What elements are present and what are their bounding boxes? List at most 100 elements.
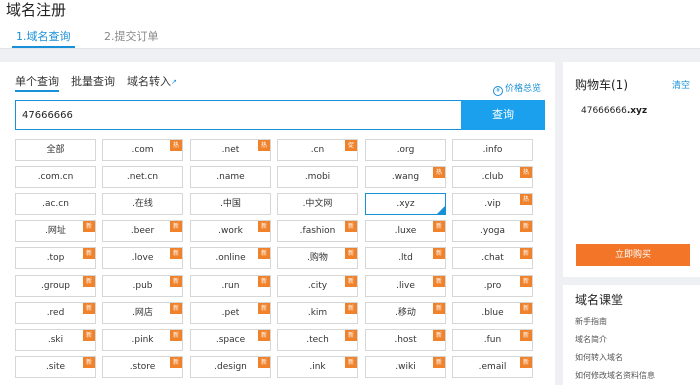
suffix-label: .space [215, 335, 246, 345]
suffix-badge: 新 [170, 303, 182, 314]
suffix-label: .pro [483, 281, 502, 291]
suffix-option[interactable]: .com.cn [15, 166, 96, 188]
suffix-option[interactable]: .cn 促 [277, 139, 358, 161]
suffix-label: .net.cn [126, 172, 159, 182]
suffix-option[interactable]: .yoga 新 [452, 220, 533, 242]
suffix-option[interactable]: .ac.cn [15, 193, 96, 215]
cart-clear-link[interactable]: 清空 [672, 78, 690, 91]
suffix-label: .购物 [307, 253, 328, 263]
suffix-option[interactable]: .red 新 [15, 302, 96, 324]
suffix-badge: 促 [345, 140, 357, 151]
suffix-option[interactable]: .email 新 [452, 356, 533, 378]
suffix-label: .pink [131, 335, 154, 345]
suffix-label: .xyz [396, 199, 415, 209]
suffix-option[interactable]: .chat 新 [452, 247, 533, 269]
suffix-badge: 新 [83, 330, 95, 341]
suffix-option[interactable]: .pink 新 [102, 329, 183, 351]
suffix-option[interactable]: .移动 新 [365, 302, 446, 324]
suffix-option[interactable]: .group 新 [15, 275, 96, 297]
suffix-label: .store [129, 362, 156, 372]
suffix-option[interactable]: .run 新 [190, 275, 271, 297]
suffix-option[interactable]: .host 新 [365, 329, 446, 351]
suffix-option[interactable]: .pub 新 [102, 275, 183, 297]
suffix-option[interactable]: .top 新 [15, 247, 96, 269]
suffix-badge: 新 [433, 330, 445, 341]
suffix-option[interactable]: .info [452, 139, 533, 161]
suffix-option[interactable]: 全部 [15, 139, 96, 161]
suffix-label: .club [481, 172, 504, 182]
suffix-option[interactable]: .name [190, 166, 271, 188]
suffix-option[interactable]: .com 热 [102, 139, 183, 161]
suffix-badge: 新 [83, 357, 95, 368]
suffix-option[interactable]: .fun 新 [452, 329, 533, 351]
course-link-transfer[interactable]: 如何转入域名 [575, 352, 623, 363]
suffix-badge: 新 [170, 330, 182, 341]
suffix-badge: 新 [258, 330, 270, 341]
suffix-label: .kim [307, 308, 328, 318]
suffix-option[interactable]: .love 新 [102, 247, 183, 269]
price-overview-label: 价格总览 [504, 84, 541, 94]
suffix-option[interactable]: .city 新 [277, 275, 358, 297]
suffix-option[interactable]: .wiki 新 [365, 356, 446, 378]
course-link-modify-info[interactable]: 如何修改域名资料信息 [575, 370, 655, 381]
suffix-option[interactable]: .mobi [277, 166, 358, 188]
suffix-option[interactable]: .store 新 [102, 356, 183, 378]
search-panel: 单个查询 批量查询 域名转入↗ ¥价格总览 查询 全部 .com 热 .net 热 .cn… [0, 62, 555, 385]
suffix-option[interactable]: .kim 新 [277, 302, 358, 324]
suffix-option[interactable]: .ink 新 [277, 356, 358, 378]
suffix-option[interactable]: .club 热 [452, 166, 533, 188]
suffix-option[interactable]: .中国 [190, 193, 271, 215]
suffix-option[interactable]: .xyz [365, 193, 446, 215]
suffix-label: .在线 [132, 199, 153, 209]
suffix-option[interactable]: .ltd 新 [365, 247, 446, 269]
suffix-option[interactable]: .online 新 [190, 247, 271, 269]
search-button[interactable]: 查询 [461, 100, 545, 130]
tab-single-query[interactable]: 单个查询 [15, 74, 59, 92]
price-overview-link[interactable]: ¥ 价格总览 [492, 81, 541, 96]
suffix-option[interactable]: .中文网 [277, 193, 358, 215]
step-submit-order[interactable]: 2.提交订单 [104, 28, 159, 46]
suffix-option[interactable]: .beer 新 [102, 220, 183, 242]
step-domain-query[interactable]: 1.域名查询 [12, 28, 75, 48]
suffix-badge: 新 [520, 276, 532, 287]
suffix-label: .info [482, 145, 503, 155]
suffix-label: .email [478, 362, 507, 372]
suffix-badge: 新 [345, 276, 357, 287]
course-link-guide[interactable]: 新手指南 [575, 316, 607, 327]
suffix-option[interactable]: .网址 新 [15, 220, 96, 242]
suffix-badge: 新 [83, 248, 95, 259]
suffix-label: 全部 [46, 145, 65, 155]
suffix-option[interactable]: .site 新 [15, 356, 96, 378]
course-link-intro[interactable]: 域名简介 [575, 334, 607, 345]
suffix-badge: 热 [520, 194, 532, 205]
buy-now-button[interactable]: 立即购买 [576, 244, 690, 266]
suffix-option[interactable]: .work 新 [190, 220, 271, 242]
suffix-option[interactable]: .购物 新 [277, 247, 358, 269]
suffix-option[interactable]: .pet 新 [190, 302, 271, 324]
suffix-option[interactable]: .org [365, 139, 446, 161]
suffix-option[interactable]: .blue 新 [452, 302, 533, 324]
suffix-option[interactable]: .vip 热 [452, 193, 533, 215]
suffix-badge: 新 [170, 276, 182, 287]
suffix-label: .beer [130, 226, 155, 236]
suffix-option[interactable]: .live 新 [365, 275, 446, 297]
suffix-option[interactable]: .design 新 [190, 356, 271, 378]
tab-domain-transfer[interactable]: 域名转入↗ [127, 74, 177, 90]
suffix-option[interactable]: .网店 新 [102, 302, 183, 324]
suffix-option[interactable]: .net 热 [190, 139, 271, 161]
suffix-option[interactable]: .pro 新 [452, 275, 533, 297]
suffix-option[interactable]: .ski 新 [15, 329, 96, 351]
suffix-label: .chat [481, 253, 504, 263]
suffix-option[interactable]: .luxe 新 [365, 220, 446, 242]
suffix-option[interactable]: .net.cn [102, 166, 183, 188]
tab-batch-query[interactable]: 批量查询 [71, 74, 115, 90]
suffix-badge: 新 [433, 221, 445, 232]
suffix-option[interactable]: .在线 [102, 193, 183, 215]
suffix-option[interactable]: .fashion 新 [277, 220, 358, 242]
domain-search-input[interactable] [15, 100, 461, 130]
suffix-option[interactable]: .wang 热 [365, 166, 446, 188]
suffix-option[interactable]: .tech 新 [277, 329, 358, 351]
suffix-label: .yoga [480, 226, 505, 236]
cart-title: 购物车(1) [575, 78, 628, 92]
suffix-option[interactable]: .space 新 [190, 329, 271, 351]
